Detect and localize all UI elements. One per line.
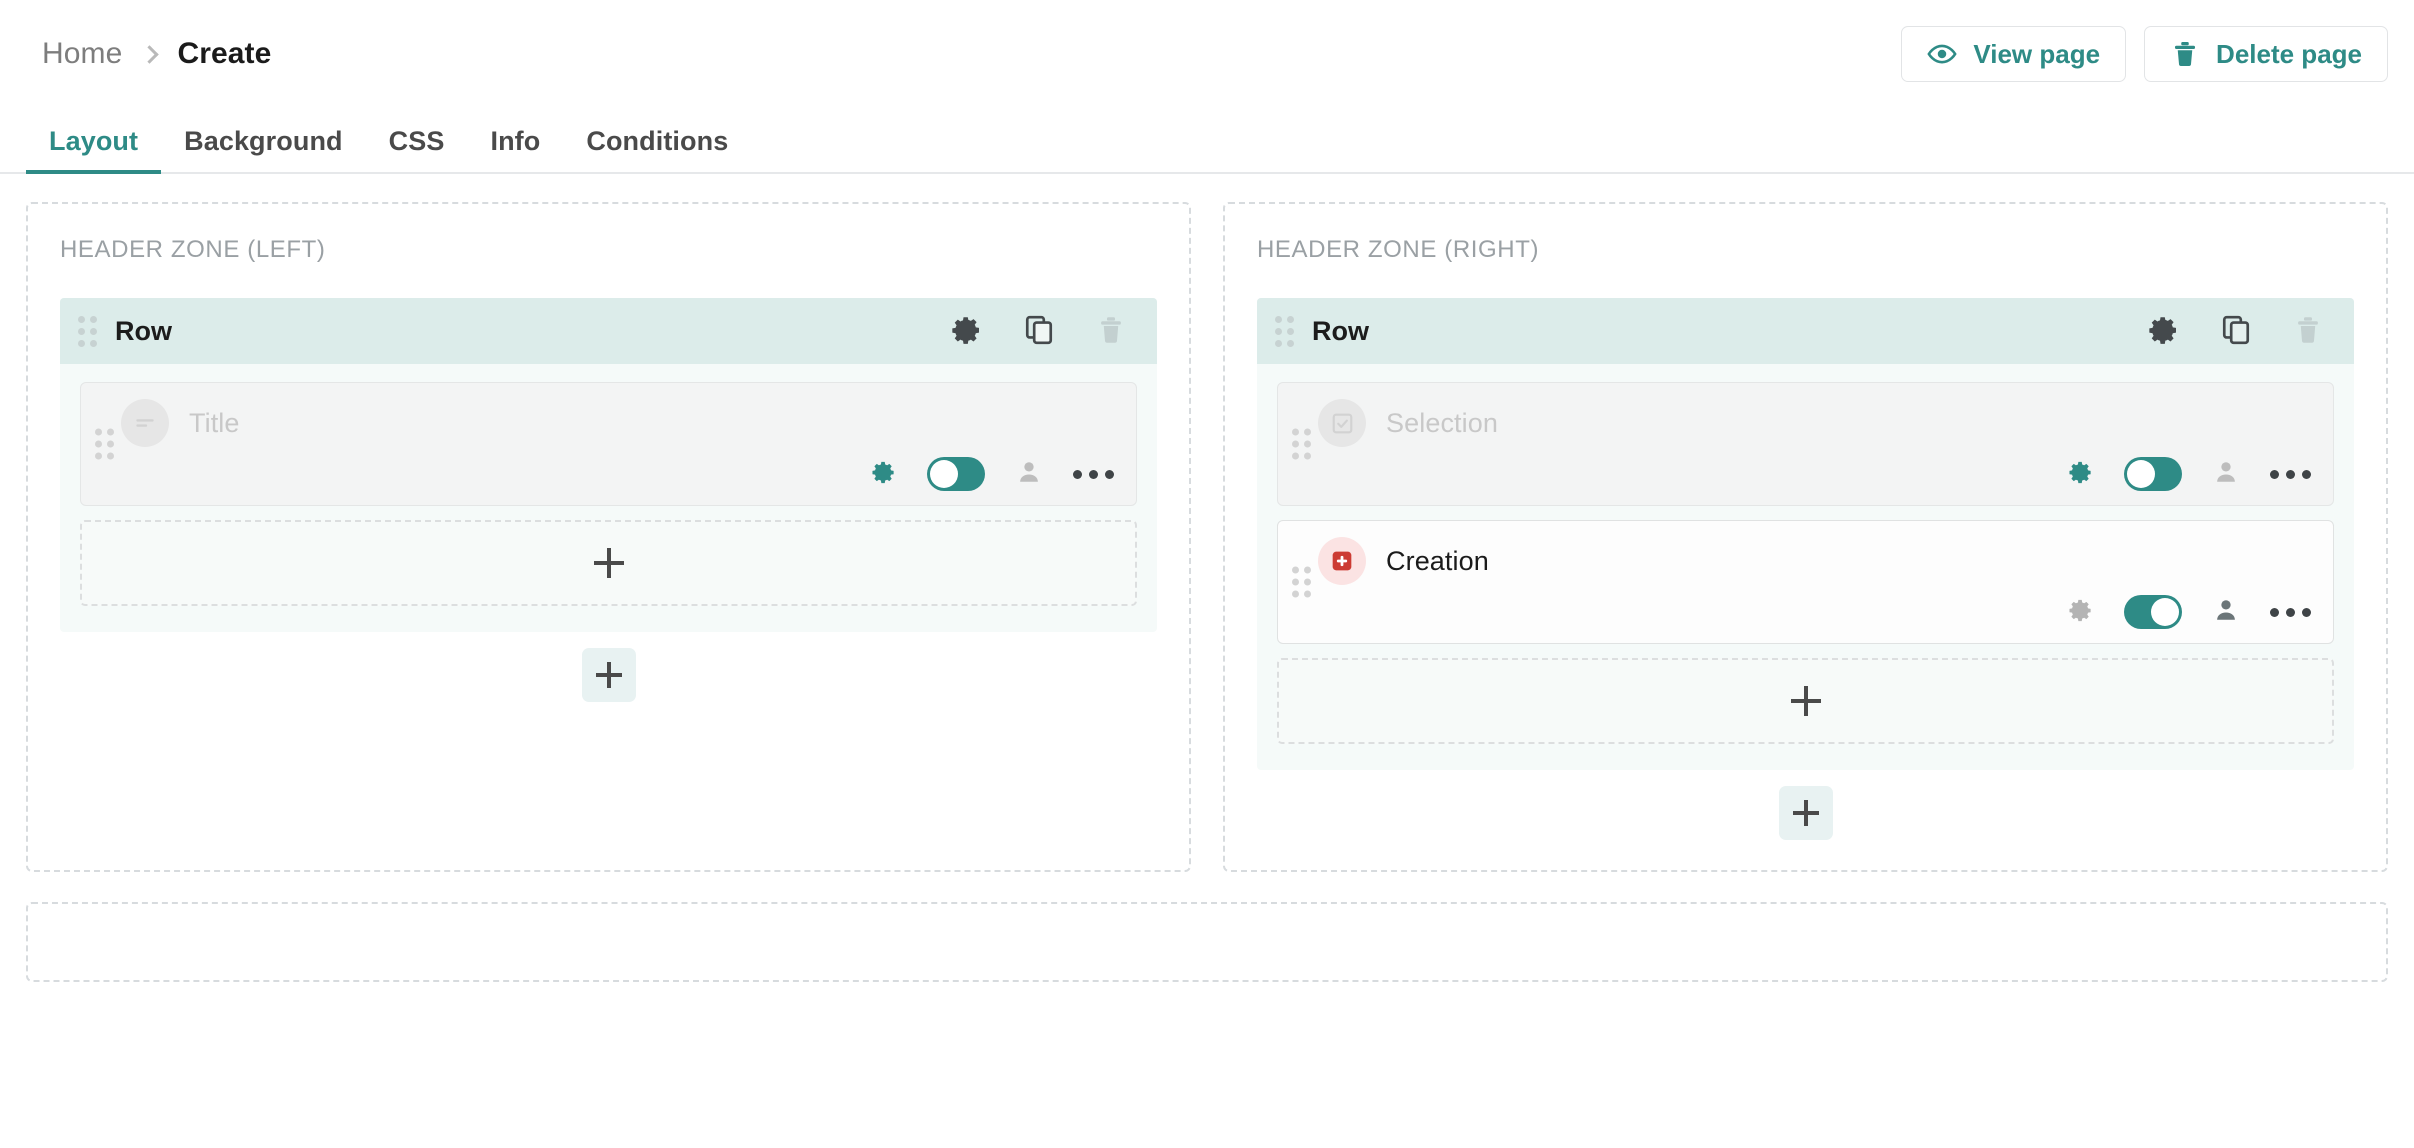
widget-settings-button[interactable] — [2067, 459, 2094, 489]
add-row-button[interactable] — [581, 648, 636, 702]
widget-settings-button[interactable] — [870, 459, 897, 489]
more-horizontal-icon[interactable] — [2270, 607, 2311, 617]
row-header[interactable]: Row — [1257, 298, 2354, 364]
widget-card[interactable]: Selection — [1277, 382, 2334, 506]
add-widget-dropzone[interactable] — [1277, 658, 2334, 744]
row-title: Row — [1312, 315, 1369, 346]
more-horizontal-icon[interactable] — [2270, 469, 2311, 479]
row-block: Row — [60, 298, 1157, 632]
copy-icon — [1023, 314, 1055, 349]
add-row-wrap — [60, 632, 1157, 702]
add-widget-dropzone[interactable] — [80, 520, 1137, 606]
copy-icon — [2220, 314, 2252, 349]
header-zone-right: HEADER ZONE (RIGHT) Row Selection Creati… — [1223, 202, 2388, 872]
gear-icon — [870, 459, 897, 489]
next-zone-partial — [26, 902, 2388, 982]
widget-tools — [1300, 447, 2311, 491]
row-title: Row — [115, 315, 172, 346]
plus-square-icon — [1318, 537, 1366, 585]
trash-icon — [2292, 314, 2324, 349]
drag-handle-icon[interactable] — [1292, 566, 1311, 598]
widget-tools — [1300, 585, 2311, 629]
row-block: Row — [1257, 298, 2354, 770]
widget-header: Selection — [1300, 399, 2311, 447]
trash-icon — [2170, 39, 2200, 69]
row-settings-button[interactable] — [951, 314, 983, 349]
person-icon[interactable] — [1015, 458, 1043, 491]
drag-handle-icon[interactable] — [78, 315, 97, 347]
row-settings-button[interactable] — [2148, 314, 2180, 349]
widget-label: Selection — [1386, 407, 1498, 438]
text-lines-icon — [121, 399, 169, 447]
zone-label-right: HEADER ZONE (RIGHT) — [1257, 236, 1540, 263]
checkbox-checked-icon — [1318, 399, 1366, 447]
breadcrumb: Home Create — [42, 37, 271, 71]
row-duplicate-button[interactable] — [1023, 314, 1055, 349]
widget-settings-button[interactable] — [2067, 597, 2094, 627]
breadcrumb-home-link[interactable]: Home — [42, 37, 122, 71]
top-bar: Home Create View page Delete page — [0, 0, 2414, 108]
more-horizontal-icon[interactable] — [1073, 469, 1114, 479]
plus-icon — [595, 662, 622, 688]
widget-tools — [103, 447, 1114, 491]
widget-card[interactable]: Creation — [1277, 520, 2334, 644]
row-header-actions — [2148, 314, 2332, 349]
widget-card[interactable]: Title — [80, 382, 1137, 506]
add-row-wrap — [1257, 770, 2354, 840]
page-title: Create — [177, 37, 272, 70]
person-icon[interactable] — [2212, 458, 2240, 491]
row-header[interactable]: Row — [60, 298, 1157, 364]
widget-header: Title — [103, 399, 1114, 447]
trash-icon — [1095, 314, 1127, 349]
delete-page-button[interactable]: Delete page — [2144, 26, 2388, 82]
top-bar-actions: View page Delete page — [1901, 26, 2388, 82]
tab-conditions[interactable]: Conditions — [563, 126, 751, 174]
plus-icon — [1790, 686, 1821, 716]
chevron-right-icon — [140, 44, 160, 64]
add-row-button[interactable] — [1778, 786, 1833, 840]
gear-icon — [2067, 459, 2094, 489]
gear-icon — [951, 314, 983, 349]
widget-visibility-toggle[interactable] — [2124, 595, 2182, 629]
plus-icon — [593, 548, 624, 578]
drag-handle-icon[interactable] — [1292, 428, 1311, 460]
gear-icon — [2067, 597, 2094, 627]
tab-background[interactable]: Background — [161, 126, 366, 174]
person-icon[interactable] — [2212, 596, 2240, 629]
tab-info[interactable]: Info — [467, 126, 563, 174]
row-delete-button[interactable] — [1095, 314, 1127, 349]
tab-css[interactable]: CSS — [366, 126, 468, 174]
tab-bar: Layout Background CSS Info Conditions — [0, 108, 2414, 174]
widget-header: Creation — [1300, 537, 2311, 585]
row-body: Title — [60, 364, 1157, 632]
zone-label-left: HEADER ZONE (LEFT) — [60, 236, 326, 263]
view-page-button[interactable]: View page — [1901, 26, 2127, 82]
row-duplicate-button[interactable] — [2220, 314, 2252, 349]
eye-icon — [1927, 39, 1957, 69]
header-zone-left: HEADER ZONE (LEFT) Row Title — [26, 202, 1191, 872]
row-body: Selection Creation — [1257, 364, 2354, 770]
widget-visibility-toggle[interactable] — [2124, 457, 2182, 491]
row-header-actions — [951, 314, 1135, 349]
plus-icon — [1792, 800, 1819, 826]
drag-handle-icon[interactable] — [1275, 315, 1294, 347]
zones-container: HEADER ZONE (LEFT) Row Title HEADER ZONE… — [0, 174, 2414, 872]
delete-page-label: Delete page — [2216, 38, 2362, 69]
widget-label: Creation — [1386, 545, 1489, 576]
widget-label: Title — [189, 407, 240, 438]
gear-icon — [2148, 314, 2180, 349]
drag-handle-icon[interactable] — [95, 428, 114, 460]
view-page-label: View page — [1973, 38, 2101, 69]
tab-layout[interactable]: Layout — [26, 126, 162, 174]
row-delete-button[interactable] — [2292, 314, 2324, 349]
widget-visibility-toggle[interactable] — [927, 457, 985, 491]
